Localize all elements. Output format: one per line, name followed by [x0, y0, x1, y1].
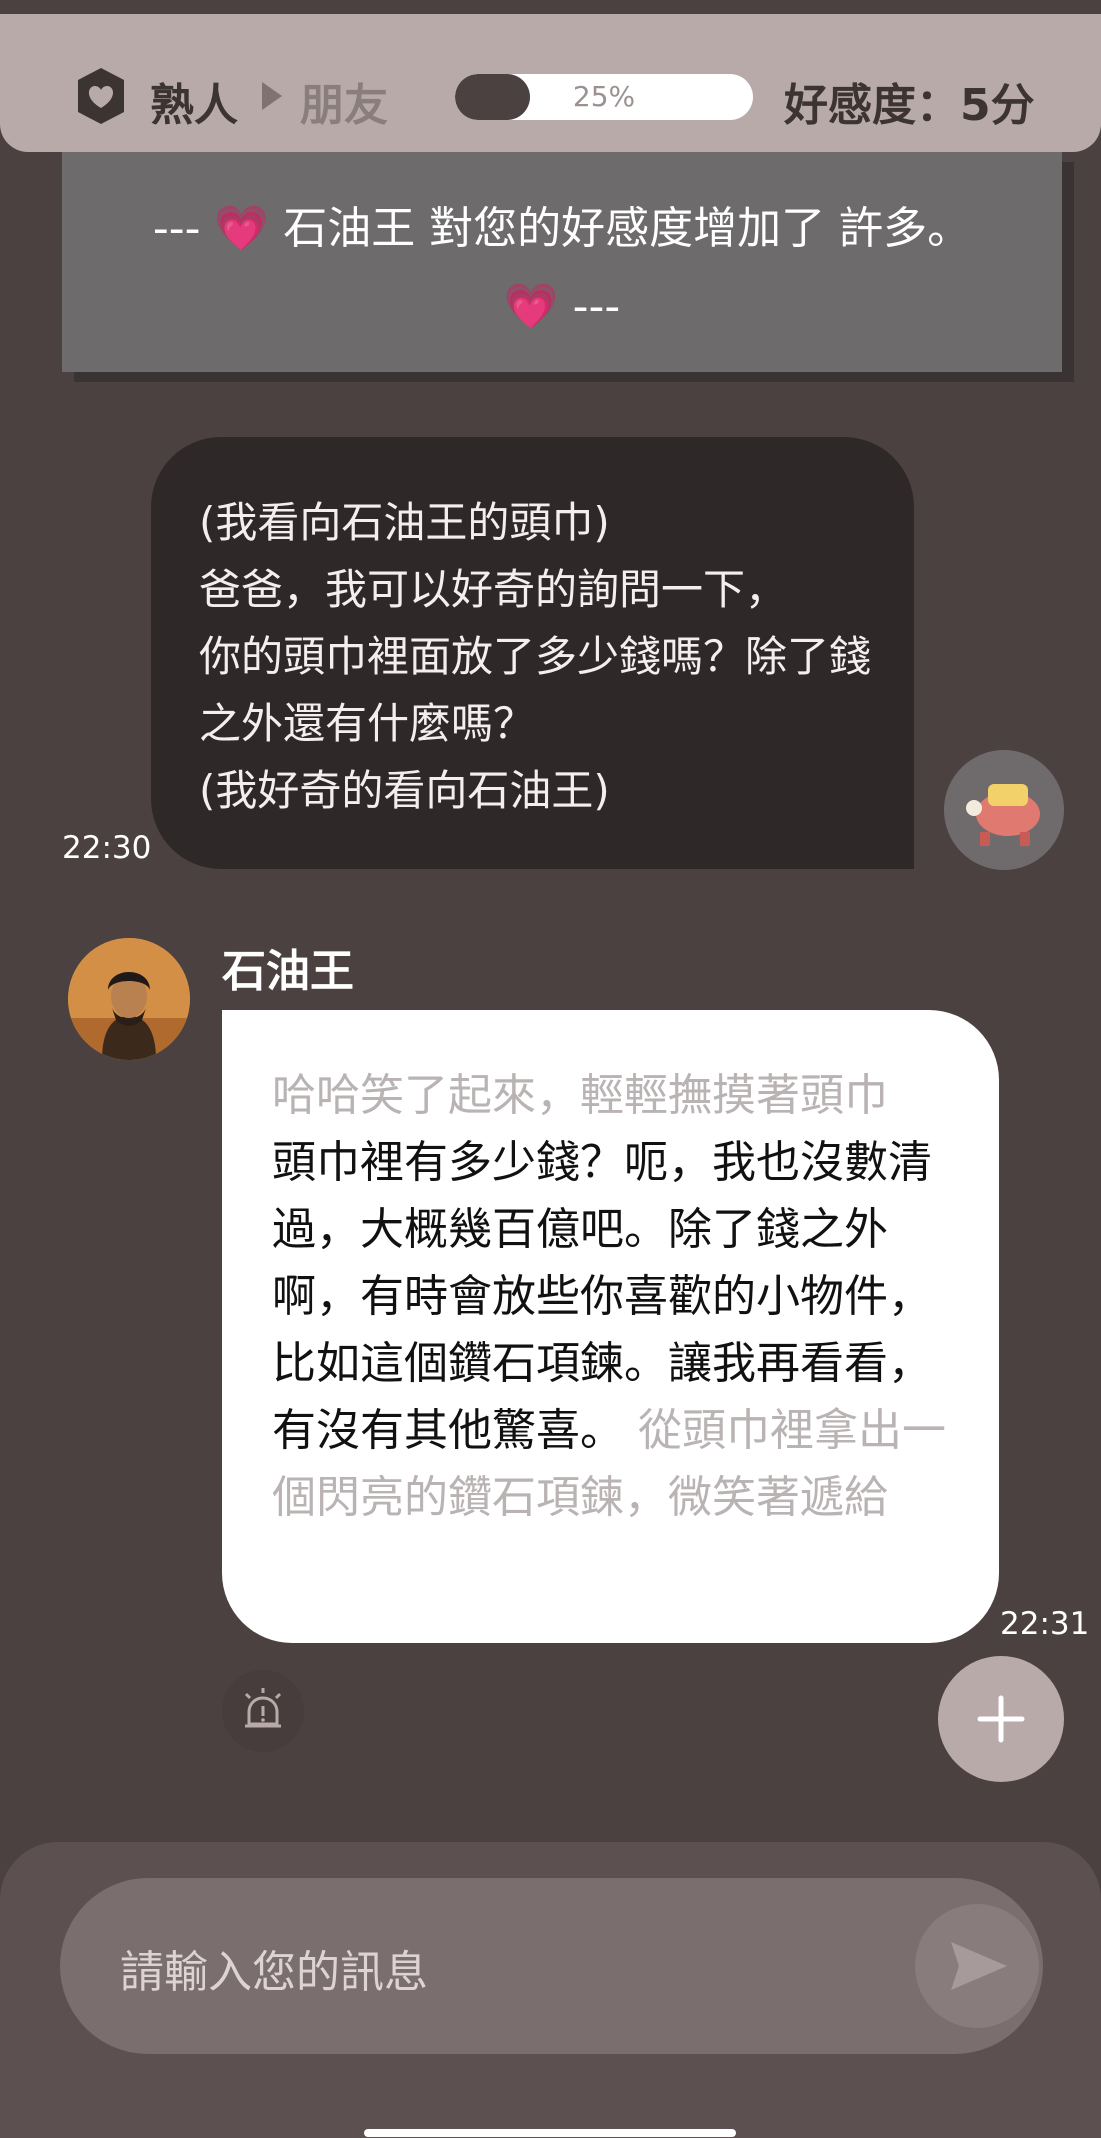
relationship-header: 熟人 朋友 25% 好感度：5分 — [0, 14, 1101, 152]
user-message-text: (我看向石油王的頭巾) 爸爸，我可以好奇的詢問一下， 你的頭巾裡面放了多少錢嗎？… — [199, 498, 872, 815]
bot-avatar-image — [68, 938, 190, 1060]
message-composer: 請輸入您的訊息 — [0, 1842, 1101, 2138]
notice-text: --- 💗 石油王 對您的好感度增加了 許多。 💗 --- — [152, 203, 972, 332]
alarm-icon — [244, 1688, 282, 1728]
user-avatar[interactable] — [944, 750, 1064, 870]
relation-next: 朋友 — [300, 80, 388, 131]
message-input-placeholder: 請輸入您的訊息 — [120, 1947, 428, 1998]
affection-notice: --- 💗 石油王 對您的好感度增加了 許多。 💗 --- — [62, 152, 1062, 372]
shield-heart-icon — [78, 68, 124, 124]
affection-progress-bar: 25% — [455, 74, 753, 120]
user-message-time: 22:30 — [62, 830, 152, 866]
plus-icon — [977, 1695, 1025, 1743]
bot-message-text: 哈哈笑了起來，輕輕撫摸著頭巾 頭巾裡有多少錢？呃，我也沒數清過，大概幾百億吧。除了… — [272, 1062, 952, 1531]
user-avatar-image — [944, 750, 1064, 870]
add-button[interactable] — [938, 1656, 1064, 1782]
bot-message-bubble[interactable]: 哈哈笑了起來，輕輕撫摸著頭巾 頭巾裡有多少錢？呃，我也沒數清過，大概幾百億吧。除了… — [222, 1010, 999, 1643]
bot-name: 石油王 — [222, 946, 354, 997]
relation-current: 熟人 — [150, 80, 238, 131]
send-icon — [951, 1942, 1007, 1990]
home-indicator — [364, 2129, 736, 2137]
bot-action-text: 哈哈笑了起來，輕輕撫摸著頭巾 — [272, 1070, 888, 1121]
affection-score: 好感度：5分 — [784, 80, 1035, 131]
send-button[interactable] — [915, 1904, 1039, 2028]
alarm-button[interactable] — [222, 1670, 304, 1752]
progress-percent: 25% — [572, 80, 636, 113]
user-message-bubble[interactable]: (我看向石油王的頭巾) 爸爸，我可以好奇的詢問一下， 你的頭巾裡面放了多少錢嗎？… — [151, 437, 914, 869]
bot-message-time: 22:31 — [1000, 1606, 1090, 1642]
bot-avatar[interactable] — [68, 938, 190, 1060]
message-input[interactable]: 請輸入您的訊息 — [60, 1878, 1043, 2054]
triangle-right-icon — [262, 82, 282, 110]
